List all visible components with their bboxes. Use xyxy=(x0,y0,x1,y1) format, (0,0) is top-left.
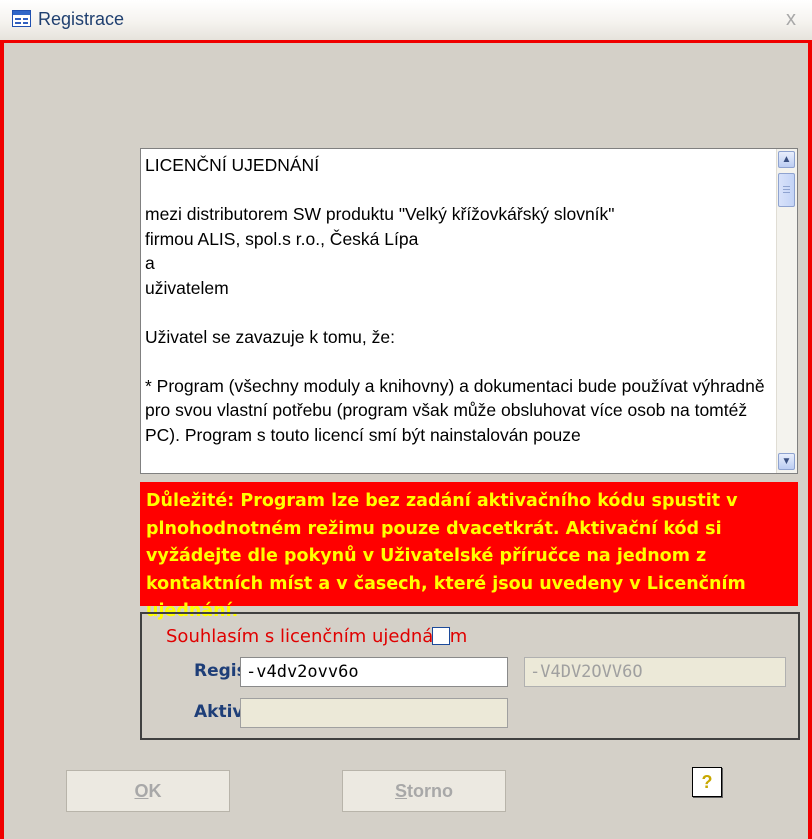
activation-code-input[interactable] xyxy=(240,698,508,728)
scroll-down-button[interactable]: ▼ xyxy=(778,453,795,470)
scroll-thumb[interactable] xyxy=(778,173,795,207)
ok-accelerator: O xyxy=(134,781,149,801)
agree-label: Souhlasím s licenčním ujednáním xyxy=(166,626,468,647)
license-text: LICENČNÍ UJEDNÁNÍ mezi distributorem SW … xyxy=(145,155,765,445)
ok-button[interactable]: OK xyxy=(66,770,230,812)
form-icon xyxy=(12,10,31,27)
cancel-button[interactable]: Storno xyxy=(342,770,506,812)
window-title: Registrace xyxy=(38,9,125,29)
agree-checkbox[interactable] xyxy=(432,627,450,645)
close-icon[interactable]: x xyxy=(786,8,796,31)
scroll-up-button[interactable]: ▲ xyxy=(778,151,795,168)
help-icon: ? xyxy=(701,772,713,792)
storno-accelerator: S xyxy=(395,781,408,801)
registration-code-input[interactable]: -v4dv2ovv6o xyxy=(240,657,508,687)
ok-label: K xyxy=(148,781,162,801)
chevron-up-icon: ▲ xyxy=(781,154,792,165)
storno-label: torno xyxy=(407,781,453,801)
registration-code-uppercase: -V4DV2OVV6O xyxy=(524,657,786,687)
important-notice-text: Důležité: Program lze bez zadání aktivač… xyxy=(146,491,746,621)
registration-window: Registrace x LICENČNÍ UJEDNÁNÍ mezi dist… xyxy=(0,0,812,839)
help-button[interactable]: ? xyxy=(692,767,722,797)
chevron-down-icon: ▼ xyxy=(781,456,792,467)
registration-group: Souhlasím s licenčním ujednáním Registra… xyxy=(140,612,800,740)
license-textbox[interactable]: LICENČNÍ UJEDNÁNÍ mezi distributorem SW … xyxy=(140,148,798,474)
license-scrollbar[interactable]: ▲ ▼ xyxy=(776,149,797,473)
important-notice: Důležité: Program lze bez zadání aktivač… xyxy=(140,482,798,621)
title-bar: Registrace x xyxy=(0,0,812,41)
